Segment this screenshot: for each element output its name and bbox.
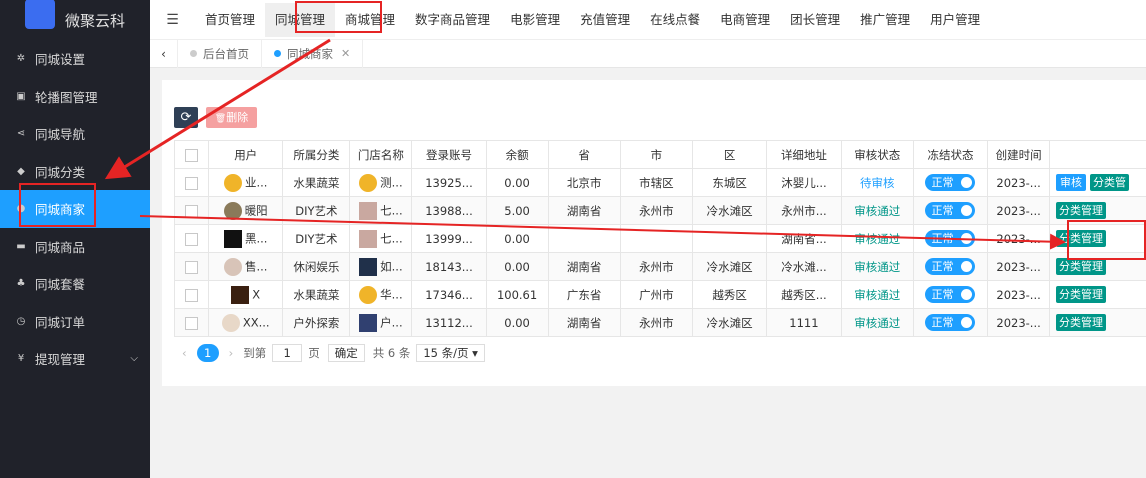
arrow-topnav-to-sidebar — [104, 38, 331, 180]
arrow-sidebar-to-button — [139, 215, 1066, 250]
app-root: { "app":{"name":"微聚云科"}, "sidebar":{"ite… — [0, 0, 1146, 478]
annotation-arrows — [104, 38, 1066, 250]
